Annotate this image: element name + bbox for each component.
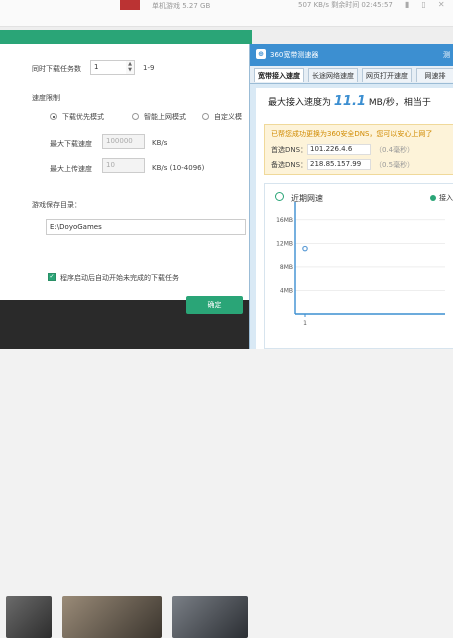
download-item-row: 单机游戏 5.27 GB 507 KB/s 剩余时间 02:45:57 ▮▯✕ (0, 0, 453, 27)
concurrent-tasks-stepper[interactable]: ▲ ▼ (126, 60, 135, 75)
y-tick-label: 8MB (280, 264, 293, 271)
speed-test-title: 360宽带测速器 (270, 51, 319, 59)
max-download-input[interactable]: 100000 (102, 134, 145, 149)
dns-message: 已帮您成功更换为360安全DNS，您可以安心上网了 (271, 130, 433, 138)
speed-suffix: MB/秒，相当于 (368, 98, 431, 108)
tab-speed-ranking[interactable]: 网速排 (416, 68, 453, 82)
dns-notice-box: 已帮您成功更换为360安全DNS，您可以安心上网了 首选DNS： 101.226… (264, 124, 453, 175)
max-download-label: 最大下载速度 (50, 140, 92, 148)
secondary-dns-label: 备选DNS： (271, 161, 308, 169)
secondary-dns-latency: （0.5毫秒） (375, 161, 415, 169)
data-point (302, 245, 308, 252)
primary-dns-value: 101.226.4.6 (307, 144, 371, 155)
download-settings-dialog: 同时下载任务数 1 ▲ ▼ 1-9 速度限制 下载优先模式 智能上网模式 自定义… (0, 30, 252, 314)
max-download-unit: KB/s (152, 139, 168, 147)
concurrent-tasks-range: 1-9 (143, 64, 155, 72)
primary-dns-label: 首选DNS： (271, 146, 308, 154)
max-speed-line: 最大接入速度为 11.1 MB/秒，相当于 (268, 94, 431, 109)
game-info: 单机游戏 5.27 GB (152, 2, 211, 10)
radio-custom-mode-label: 自定义模 (214, 113, 242, 121)
y-tick-label: 4MB (280, 287, 293, 294)
tab-access-speed[interactable]: 宽带接入速度 (254, 68, 304, 82)
speed-chart-svg: 16MB 12MB 8MB 4MB 1 (276, 202, 445, 327)
game-thumbnail[interactable] (62, 596, 162, 638)
download-speed-info: 507 KB/s 剩余时间 02:45:57 (298, 1, 393, 9)
dialog-header (0, 30, 252, 44)
confirm-button[interactable]: 确定 (186, 296, 243, 314)
save-dir-label: 游戏保存目录： (32, 201, 81, 209)
max-upload-unit: KB/s (10-4096) (152, 164, 205, 172)
x-tick-label: 1 (303, 320, 307, 327)
concurrent-tasks-input[interactable]: 1 (90, 60, 127, 75)
speed-prefix: 最大接入速度为 (268, 98, 332, 108)
radio-download-priority[interactable] (50, 113, 57, 120)
radio-download-priority-label: 下载优先模式 (62, 113, 104, 121)
y-tick-label: 12MB (276, 240, 293, 247)
max-upload-input[interactable]: 10 (102, 158, 145, 173)
game-thumbnail[interactable] (172, 596, 248, 638)
autostart-label: 程序启动后自动开始未完成的下载任务 (60, 274, 179, 282)
speed-value: 11.1 (333, 94, 366, 109)
speed-test-tabs: 宽带接入速度 长途网络速度 网页打开速度 网速排 (250, 66, 453, 84)
speed-limit-label: 速度限制 (32, 94, 60, 102)
row-action-icons: ▮▯✕ (405, 0, 453, 9)
tab-long-distance-speed[interactable]: 长途网络速度 (308, 68, 358, 82)
titlebar-link[interactable]: 测 (443, 50, 450, 60)
tab-webpage-speed[interactable]: 网页打开速度 (362, 68, 412, 82)
game-thumbnail[interactable] (6, 596, 52, 638)
close-icon[interactable]: ✕ (438, 0, 453, 9)
radio-smart-mode-label: 智能上网模式 (144, 113, 186, 121)
save-dir-input[interactable]: E:\DoyoGames (46, 219, 246, 235)
primary-dns-latency: （0.4毫秒） (375, 146, 415, 154)
speed-test-window: ⊕ 360宽带测速器 测 宽带接入速度 长途网络速度 网页打开速度 网速排 最大… (249, 44, 453, 349)
autostart-checkbox[interactable]: ✓ (48, 273, 56, 281)
app-logo-icon: ⊕ (256, 49, 266, 59)
folder-icon[interactable]: ▯ (421, 0, 437, 9)
chevron-down-icon[interactable]: ▼ (126, 67, 134, 73)
speed-test-titlebar: ⊕ 360宽带测速器 测 (250, 44, 453, 66)
concurrent-tasks-label: 同时下载任务数 (32, 65, 81, 73)
radio-custom-mode[interactable] (202, 113, 209, 120)
secondary-dns-value: 218.85.157.99 (307, 159, 371, 170)
recent-speed-chart: 近期网速 接入 16MB 12MB 8MB 4MB 1 (264, 183, 453, 349)
radio-smart-mode[interactable] (132, 113, 139, 120)
max-upload-label: 最大上传速度 (50, 165, 92, 173)
y-tick-label: 16MB (276, 217, 293, 224)
game-thumbnail (120, 0, 140, 10)
pause-icon[interactable]: ▮ (405, 0, 421, 9)
speed-test-content: 最大接入速度为 11.1 MB/秒，相当于 已帮您成功更换为360安全DNS，您… (256, 88, 453, 349)
